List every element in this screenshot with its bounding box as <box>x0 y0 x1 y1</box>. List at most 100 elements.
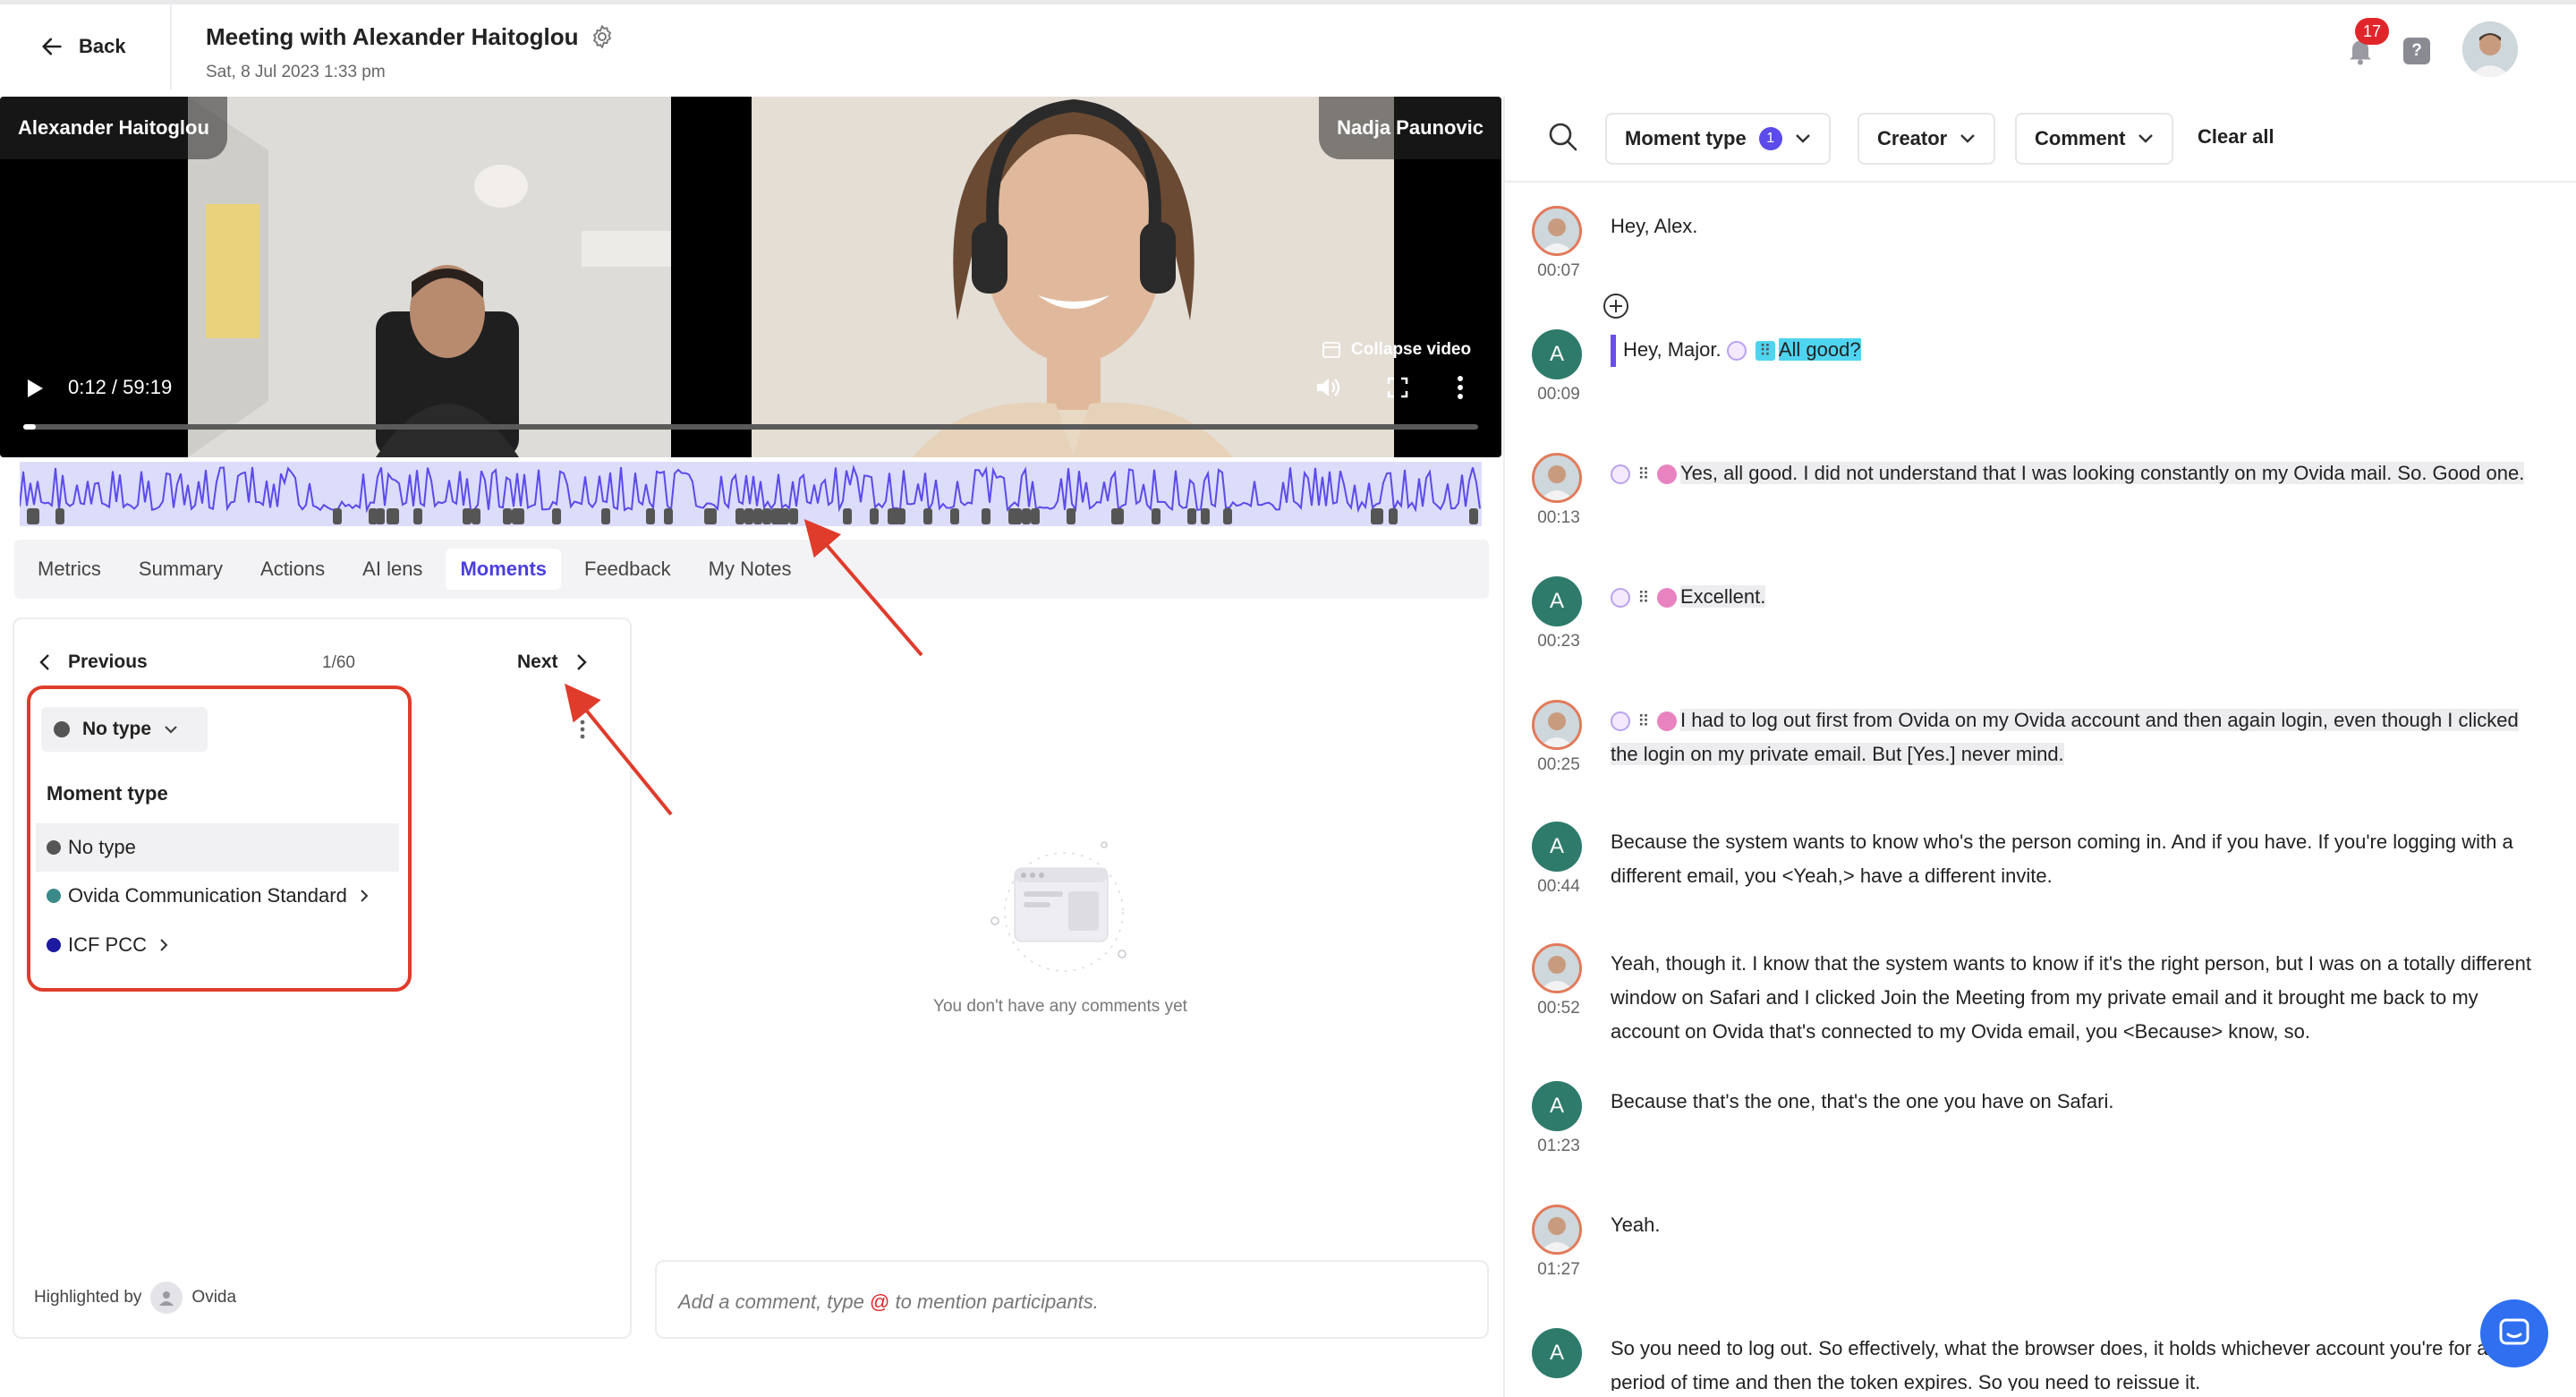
moment-marker[interactable] <box>1201 508 1210 524</box>
moment-marker[interactable] <box>333 508 342 524</box>
moment-marker[interactable] <box>1389 508 1398 524</box>
moment-type-dropdown[interactable]: No type <box>41 707 208 752</box>
moment-marker[interactable] <box>503 508 512 524</box>
speaker-avatar <box>1532 1205 1582 1255</box>
grip-icon[interactable]: ⠿ <box>1634 711 1654 731</box>
moment-more-icon[interactable] <box>580 720 585 739</box>
moment-marker[interactable] <box>1013 508 1022 524</box>
timestamp: 01:27 <box>1537 1260 1580 1279</box>
moment-marker[interactable] <box>1111 508 1124 524</box>
grip-icon[interactable]: ⠿ <box>1634 588 1654 608</box>
moment-markers[interactable] <box>20 508 1487 528</box>
timestamp: 00:09 <box>1537 385 1580 404</box>
moment-marker[interactable] <box>982 508 990 524</box>
highlighted-segment: All good? <box>1778 338 1861 361</box>
moment-marker[interactable] <box>753 508 762 524</box>
transcript-text: So you need to log out. So effectively, … <box>1611 1337 2488 1391</box>
moment-marker[interactable] <box>646 508 655 524</box>
transcript-text[interactable]: ⠿ Excellent. <box>1611 580 2550 614</box>
video-feed-right <box>752 97 1394 457</box>
volume-icon[interactable] <box>1315 376 1340 399</box>
moment-marker[interactable] <box>704 508 717 524</box>
chevron-down-icon <box>1795 134 1810 143</box>
tab-actions[interactable]: Actions <box>246 549 339 590</box>
moment-marker[interactable] <box>27 508 39 524</box>
back-button[interactable]: Back <box>39 34 126 59</box>
tab-my-notes[interactable]: My Notes <box>694 549 806 590</box>
collapse-video-label: Collapse video <box>1351 340 1472 359</box>
comment-filter[interactable]: Comment <box>2015 113 2174 165</box>
search-icon[interactable] <box>1548 122 1578 152</box>
chat-support-button[interactable] <box>2480 1299 2548 1367</box>
moment-marker[interactable] <box>413 508 422 524</box>
moment-marker[interactable] <box>552 508 561 524</box>
moment-marker[interactable] <box>923 508 932 524</box>
moment-marker[interactable] <box>762 508 771 524</box>
moment-marker[interactable] <box>870 508 879 524</box>
grip-icon[interactable]: ⠿ <box>1634 464 1654 484</box>
option-label: ICF PCC <box>68 933 147 956</box>
moment-type-filter[interactable]: Moment type 1 <box>1605 113 1831 165</box>
play-icon[interactable] <box>25 378 45 399</box>
moment-marker[interactable] <box>1223 508 1232 524</box>
moment-marker[interactable] <box>472 508 480 524</box>
moment-marker[interactable] <box>1031 508 1040 524</box>
moment-marker[interactable] <box>1152 508 1160 524</box>
moment-marker[interactable] <box>387 508 399 524</box>
tab-moments[interactable]: Moments <box>446 549 561 590</box>
moment-marker[interactable] <box>789 508 798 524</box>
creator-filter-label: Creator <box>1877 127 1948 149</box>
creator-filter[interactable]: Creator <box>1858 113 1996 165</box>
add-circle-icon[interactable] <box>1602 292 1630 320</box>
moment-marker[interactable] <box>1371 508 1383 524</box>
video-progress-bar[interactable] <box>23 424 1478 430</box>
timestamp: 00:23 <box>1537 632 1580 651</box>
collapse-icon <box>1322 342 1340 358</box>
moment-type-value: No type <box>82 719 152 739</box>
moment-marker[interactable] <box>735 508 744 524</box>
transcript-entry: A So you need to log out. So effectively… <box>1532 1328 2552 1391</box>
moment-marker[interactable] <box>1022 508 1031 524</box>
user-avatar[interactable] <box>2462 21 2518 77</box>
moment-marker[interactable] <box>744 508 753 524</box>
comment-input[interactable]: Add a comment, type @ to mention partici… <box>655 1260 1489 1339</box>
grip-icon[interactable]: ⠿ <box>1755 341 1775 362</box>
moment-marker[interactable] <box>1067 508 1075 524</box>
moment-marker[interactable] <box>897 508 905 524</box>
tab-bar: Metrics Summary Actions AI lens Moments … <box>14 540 1489 599</box>
moment-marker[interactable] <box>950 508 959 524</box>
fullscreen-icon[interactable] <box>1387 377 1408 398</box>
transcript-text[interactable]: ⠿ I had to log out first from Ovida on my… <box>1611 703 2550 771</box>
video-player[interactable]: Alexander Haitoglou Nadja Paunovic Colla… <box>0 97 1501 457</box>
moment-marker[interactable] <box>780 508 789 524</box>
option-ovida-communication-standard[interactable]: Ovida Communication Standard <box>36 872 399 920</box>
next-button[interactable]: Next <box>517 652 587 673</box>
help-button[interactable]: ? <box>2403 38 2430 64</box>
previous-button[interactable]: Previous <box>39 652 148 673</box>
moment-marker[interactable] <box>463 508 472 524</box>
option-no-type[interactable]: No type <box>36 823 399 872</box>
transcript-text[interactable]: ⠿ Yes, all good. I did not understand tha… <box>1611 456 2550 490</box>
collapse-video-button[interactable]: Collapse video <box>1322 340 1471 360</box>
gear-icon[interactable] <box>589 23 616 50</box>
moment-marker[interactable] <box>664 508 673 524</box>
moment-marker[interactable] <box>1187 508 1196 524</box>
moment-marker[interactable] <box>512 508 524 524</box>
tag-dot-icon <box>1657 588 1677 609</box>
moment-marker[interactable] <box>55 508 64 524</box>
clear-all-button[interactable]: Clear all <box>2198 125 2274 149</box>
moment-marker[interactable] <box>1469 508 1478 524</box>
more-vertical-icon[interactable] <box>1457 376 1464 399</box>
page-title: Meeting with Alexander Haitoglou <box>206 23 579 50</box>
tab-metrics[interactable]: Metrics <box>23 549 115 590</box>
option-icf-pcc[interactable]: ICF PCC <box>36 921 399 969</box>
moment-marker[interactable] <box>601 508 610 524</box>
moment-marker[interactable] <box>843 508 852 524</box>
tab-feedback[interactable]: Feedback <box>570 549 685 590</box>
target-icon <box>1726 341 1747 362</box>
tab-ai-lens[interactable]: AI lens <box>348 549 437 590</box>
tab-summary[interactable]: Summary <box>124 549 237 590</box>
transcript-text: Because that's the one, that's the one y… <box>1611 1090 2114 1112</box>
moment-marker[interactable] <box>376 508 385 524</box>
transcript-text[interactable]: Hey, Major. ⠿ All good? <box>1611 333 2550 368</box>
